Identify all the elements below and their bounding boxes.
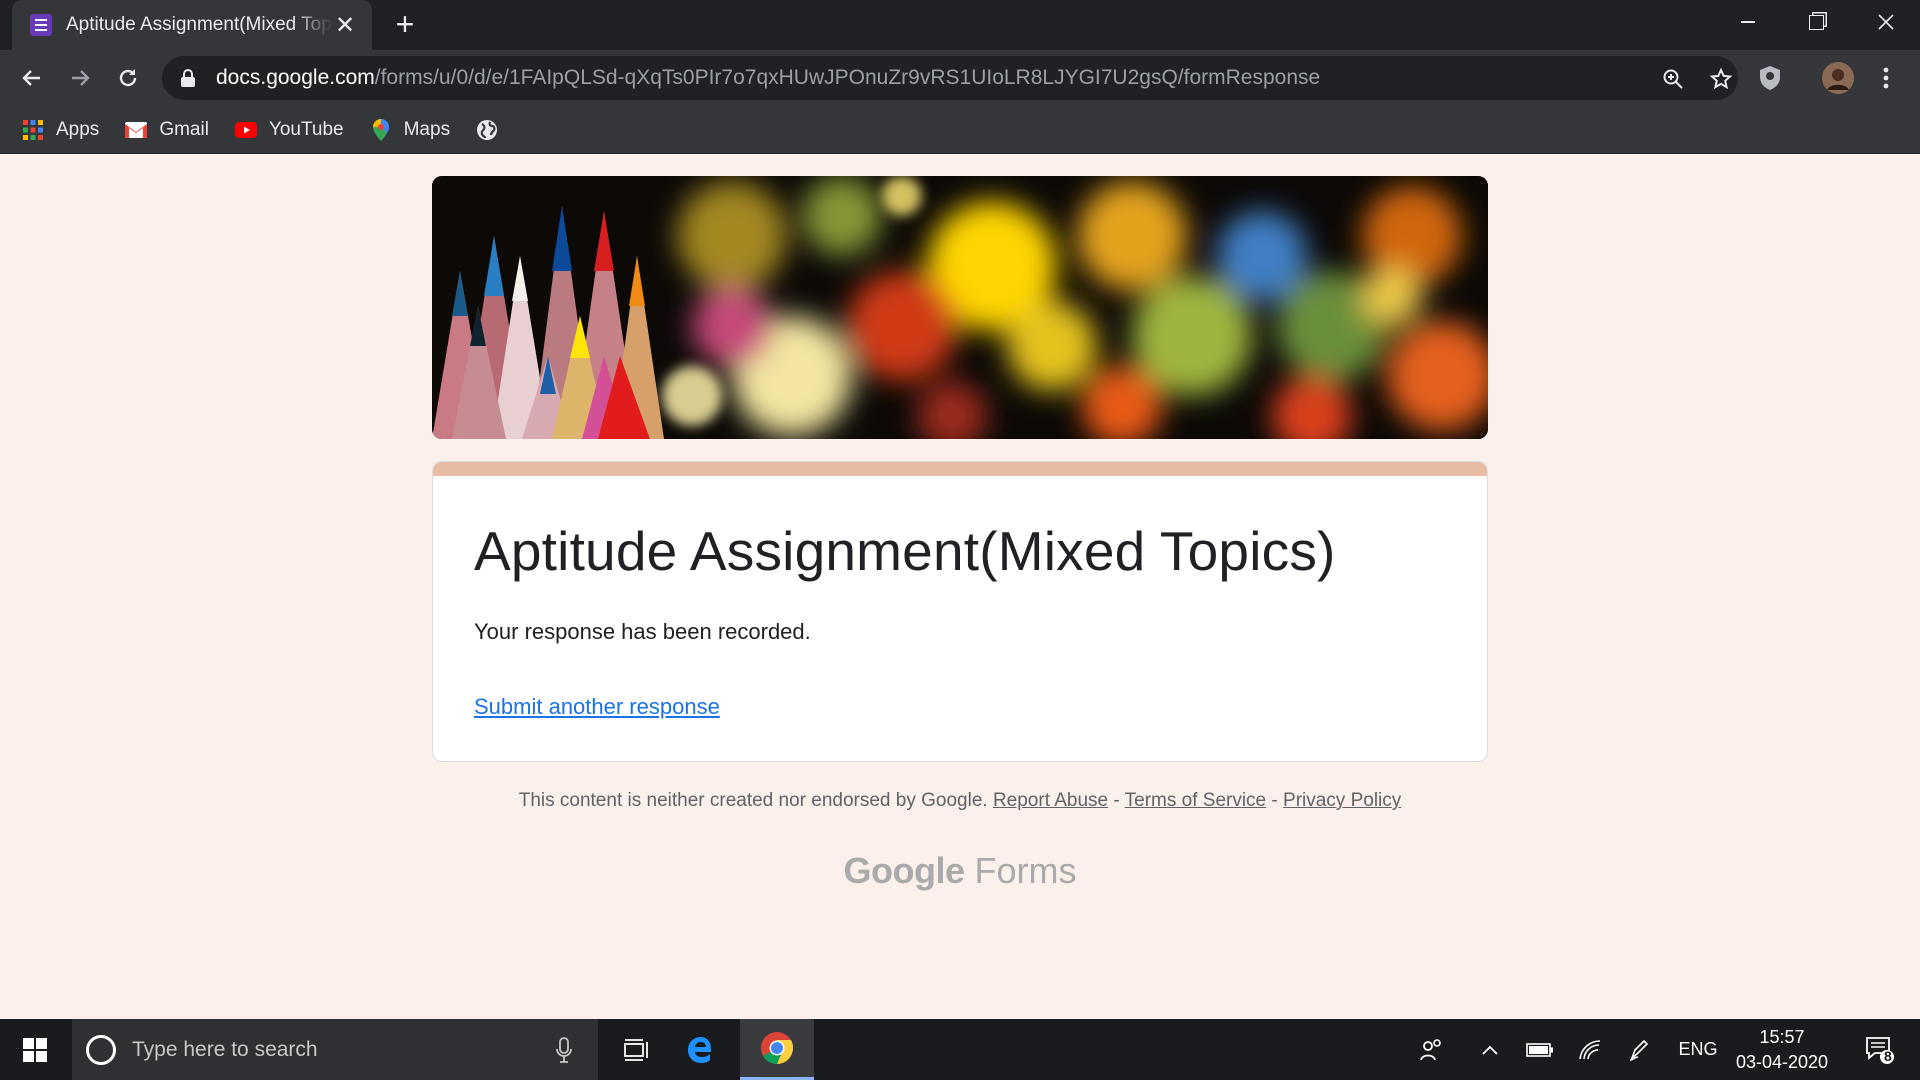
bookmark-label: Apps [56, 118, 100, 140]
bookmark-apps[interactable]: Apps [22, 119, 99, 141]
response-recorded-message: Your response has been recorded. [474, 619, 811, 644]
tab-close-icon[interactable]: ✕ [332, 11, 358, 40]
report-abuse-link[interactable]: Report Abuse [993, 790, 1108, 811]
privacy-policy-link[interactable]: Privacy Policy [1283, 790, 1401, 811]
system-clock[interactable]: 15:57 03-04-2020 [1728, 1025, 1836, 1075]
pen-workspace-icon[interactable] [1620, 1019, 1660, 1080]
input-language-indicator[interactable]: ENG [1670, 1019, 1726, 1080]
separator: - [1113, 790, 1120, 811]
microphone-icon[interactable] [544, 1030, 584, 1070]
youtube-icon [234, 119, 257, 141]
globe-icon [476, 119, 498, 141]
card-accent-bar [433, 462, 1487, 476]
form-header-image [432, 176, 1488, 439]
bookmark-gmail[interactable]: Gmail [125, 119, 209, 141]
cortana-icon[interactable] [86, 1034, 116, 1065]
task-view-icon[interactable] [600, 1019, 674, 1080]
windows-start-icon[interactable] [0, 1019, 70, 1080]
bookmark-maps[interactable]: Maps [370, 118, 451, 141]
disclaimer-footer: This content is neither created nor endo… [0, 790, 1920, 812]
people-icon[interactable] [1410, 1019, 1454, 1080]
page-viewport: Aptitude Assignment(Mixed Topics) Your r… [0, 154, 1920, 1019]
lock-icon[interactable] [180, 69, 196, 87]
profile-avatar[interactable] [1820, 60, 1856, 96]
tab-title: Aptitude Assignment(Mixed Topics) [66, 14, 332, 35]
bookmark-label: YouTube [268, 118, 344, 140]
wifi-icon[interactable] [1570, 1019, 1610, 1080]
form-response-card: Aptitude Assignment(Mixed Topics) Your r… [432, 461, 1488, 762]
active-tab[interactable]: Aptitude Assignment(Mixed Topics) ✕ [12, 0, 372, 50]
browser-menu-icon[interactable] [1868, 60, 1904, 96]
bookmark-label: Maps [403, 118, 451, 140]
battery-icon[interactable] [1520, 1019, 1560, 1080]
edge-browser-icon[interactable] [664, 1019, 738, 1080]
reload-icon[interactable] [110, 60, 146, 96]
language-label: ENG [1678, 1039, 1718, 1059]
window-minimize-button[interactable] [1714, 0, 1782, 44]
clock-time: 15:57 [1759, 1027, 1805, 1047]
google-forms-logo[interactable]: Google Forms [0, 850, 1920, 892]
brand-forms-text: Forms [974, 850, 1077, 891]
apps-grid-icon [22, 119, 44, 141]
address-bar[interactable]: docs.google.com/forms/u/0/d/e/1FAIpQLSd-… [162, 56, 1738, 100]
url-text: docs.google.com/forms/u/0/d/e/1FAIpQLSd-… [216, 66, 1321, 89]
window-close-button[interactable] [1852, 0, 1920, 44]
gmail-icon [125, 119, 148, 141]
zoom-icon[interactable] [1658, 64, 1688, 94]
separator: - [1271, 790, 1278, 811]
bookmark-star-icon[interactable] [1706, 64, 1736, 94]
disclaimer-text: This content is neither created nor endo… [518, 790, 988, 811]
brand-google-text: Google [843, 850, 965, 891]
maps-pin-icon [370, 118, 392, 141]
window-restore-button[interactable] [1782, 0, 1850, 44]
bookmark-youtube[interactable]: YouTube [234, 118, 344, 141]
submit-another-response-link[interactable]: Submit another response [474, 694, 720, 720]
taskbar-search-box[interactable]: Type here to search [72, 1019, 598, 1080]
taskbar-search-placeholder: Type here to search [132, 1037, 318, 1061]
extension-shield-icon[interactable] [1752, 60, 1788, 96]
terms-of-service-link[interactable]: Terms of Service [1125, 790, 1266, 811]
clock-date: 03-04-2020 [1735, 1052, 1829, 1072]
form-title: Aptitude Assignment(Mixed Topics) [474, 520, 1336, 582]
new-tab-button[interactable]: + [388, 8, 422, 42]
browser-tab-strip: Aptitude Assignment(Mixed Topics) ✕ + [0, 0, 1920, 50]
bookmark-globe[interactable] [476, 119, 510, 141]
action-center-icon[interactable]: 8 [1852, 1019, 1908, 1080]
bookmarks-bar: Apps Gmail YouTube Maps [0, 106, 1920, 154]
show-hidden-icons-chevron-icon[interactable] [1470, 1019, 1510, 1080]
chrome-browser-icon[interactable] [740, 1019, 814, 1080]
windows-taskbar: Type here to search ENG 15:57 03-04-2020… [0, 1019, 1920, 1080]
bookmark-label: Gmail [159, 118, 209, 140]
notification-count-badge: 8 [1884, 1048, 1892, 1064]
google-forms-favicon-icon [30, 14, 52, 36]
back-arrow-icon[interactable] [14, 60, 50, 96]
forward-arrow-icon[interactable] [62, 60, 98, 96]
browser-toolbar: docs.google.com/forms/u/0/d/e/1FAIpQLSd-… [0, 50, 1920, 106]
